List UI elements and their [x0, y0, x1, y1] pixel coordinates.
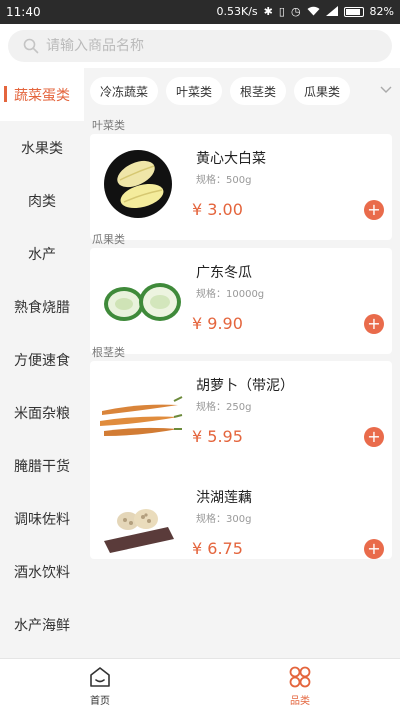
signal-icon [325, 5, 338, 19]
sidebar-item-label: 腌腊干货 [14, 458, 70, 475]
tab-home[interactable]: 首页 [0, 659, 200, 711]
wifi-icon [307, 6, 320, 19]
search-box[interactable] [8, 30, 392, 62]
product-spec: 规格：500g [196, 175, 252, 186]
product-panel: 冷冻蔬菜 叶菜类 根茎类 瓜果类 叶菜类 黄心大白菜 规格：500g ¥ 3.0… [84, 68, 400, 658]
sidebar-item-label: 水果类 [21, 140, 63, 157]
battery-percent: 82% [369, 5, 394, 18]
section-label-gourds: 瓜果类 [92, 233, 125, 246]
product-item[interactable]: 胡萝卜（带泥） 规格：250g ¥ 5.95 + [90, 361, 392, 473]
vibrate-icon: ▯ [278, 5, 285, 18]
winter-melon-image [104, 283, 181, 321]
product-card: 胡萝卜（带泥） 规格：250g ¥ 5.95 + 洪湖莲藕 规格：300g ¥ … [90, 361, 392, 559]
sidebar-item-label: 蔬菜蛋类 [14, 87, 70, 104]
sidebar-item-drinks[interactable]: 酒水饮料 [0, 545, 84, 598]
sidebar-item-label: 熟食烧腊 [14, 299, 70, 316]
status-indicators: 0.53K/s ✱ ▯ ◷ 82% [216, 5, 394, 19]
search-icon [20, 35, 42, 57]
status-bar: 11:40 0.53K/s ✱ ▯ ◷ 82% [0, 0, 400, 24]
category-sidebar: 蔬菜蛋类 水果类 肉类 水产 熟食烧腊 方便速食 米面杂粮 腌腊干货 调味佐料 … [0, 68, 84, 658]
network-speed: 0.53K/s [216, 5, 258, 18]
subcategory-chips: 冷冻蔬菜 叶菜类 根茎类 瓜果类 [84, 68, 400, 114]
section-label-leafy: 叶菜类 [92, 119, 125, 132]
tab-label: 品类 [290, 695, 310, 707]
sidebar-item-aquatic[interactable]: 水产 [0, 227, 84, 280]
product-spec: 规格：10000g [196, 289, 265, 300]
sidebar-item-label: 水产海鲜 [14, 617, 70, 634]
add-to-cart-button[interactable]: + [364, 539, 384, 559]
sidebar-item-label: 调味佐料 [14, 511, 70, 528]
search-input[interactable] [46, 38, 366, 54]
chevron-down-icon[interactable] [378, 82, 394, 98]
product-spec: 规格：250g [196, 402, 252, 413]
sidebar-item-deli[interactable]: 熟食烧腊 [0, 280, 84, 333]
product-item[interactable]: 黄心大白菜 规格：500g ¥ 3.00 + [90, 134, 392, 246]
sidebar-item-label: 酒水饮料 [14, 564, 70, 581]
sidebar-item-label: 方便速食 [14, 352, 70, 369]
sidebar-item-label: 米面杂粮 [14, 405, 70, 422]
product-price: ¥ 6.75 [192, 539, 243, 558]
product-spec: 规格：300g [196, 514, 252, 525]
chip-gourds[interactable]: 瓜果类 [294, 77, 351, 105]
add-to-cart-button[interactable]: + [364, 427, 384, 447]
tab-category[interactable]: 品类 [200, 659, 400, 711]
sidebar-item-grains[interactable]: 米面杂粮 [0, 386, 84, 439]
product-item[interactable]: 广东冬瓜 规格：10000g ¥ 9.90 + [90, 248, 392, 360]
product-name: 广东冬瓜 [196, 265, 252, 281]
sidebar-item-dried-goods[interactable]: 腌腊干货 [0, 439, 84, 492]
category-icon [289, 666, 311, 687]
home-icon [90, 666, 110, 687]
lotus-root-image [104, 509, 174, 553]
add-to-cart-button[interactable]: + [364, 314, 384, 334]
chip-root-vegetables[interactable]: 根茎类 [230, 77, 287, 105]
product-card: 广东冬瓜 规格：10000g ¥ 9.90 + [90, 248, 392, 354]
product-item[interactable]: 洪湖莲藕 规格：300g ¥ 6.75 + [90, 473, 392, 585]
search-bar [0, 24, 400, 68]
napa-cabbage-image [104, 150, 172, 218]
product-price: ¥ 9.90 [192, 314, 243, 333]
sidebar-item-fruits[interactable]: 水果类 [0, 121, 84, 174]
battery-icon [343, 7, 364, 17]
product-name: 胡萝卜（带泥） [196, 378, 294, 394]
product-name: 洪湖莲藕 [196, 490, 252, 506]
status-time: 11:40 [6, 5, 41, 19]
product-name: 黄心大白菜 [196, 151, 266, 167]
sidebar-item-instant-food[interactable]: 方便速食 [0, 333, 84, 386]
product-price: ¥ 5.95 [192, 427, 243, 446]
sidebar-item-meat[interactable]: 肉类 [0, 174, 84, 227]
sidebar-item-label: 肉类 [28, 193, 56, 210]
section-label-root: 根茎类 [92, 346, 125, 359]
bottom-nav: 首页 品类 [0, 658, 400, 711]
chip-frozen-vegetables[interactable]: 冷冻蔬菜 [90, 77, 159, 105]
bluetooth-icon: ✱ [263, 5, 273, 18]
sidebar-item-seasonings[interactable]: 调味佐料 [0, 492, 84, 545]
tab-label: 首页 [90, 695, 110, 707]
add-to-cart-button[interactable]: + [364, 200, 384, 220]
sidebar-item-seafood[interactable]: 水产海鲜 [0, 598, 84, 651]
product-price: ¥ 3.00 [192, 200, 243, 219]
alarm-icon: ◷ [290, 5, 301, 18]
carrot-image [100, 396, 183, 436]
product-card: 黄心大白菜 规格：500g ¥ 3.00 + [90, 134, 392, 240]
chip-leafy-vegetables[interactable]: 叶菜类 [166, 77, 223, 105]
sidebar-item-label: 水产 [28, 246, 56, 263]
sidebar-item-vegetables-eggs[interactable]: 蔬菜蛋类 [0, 68, 84, 121]
